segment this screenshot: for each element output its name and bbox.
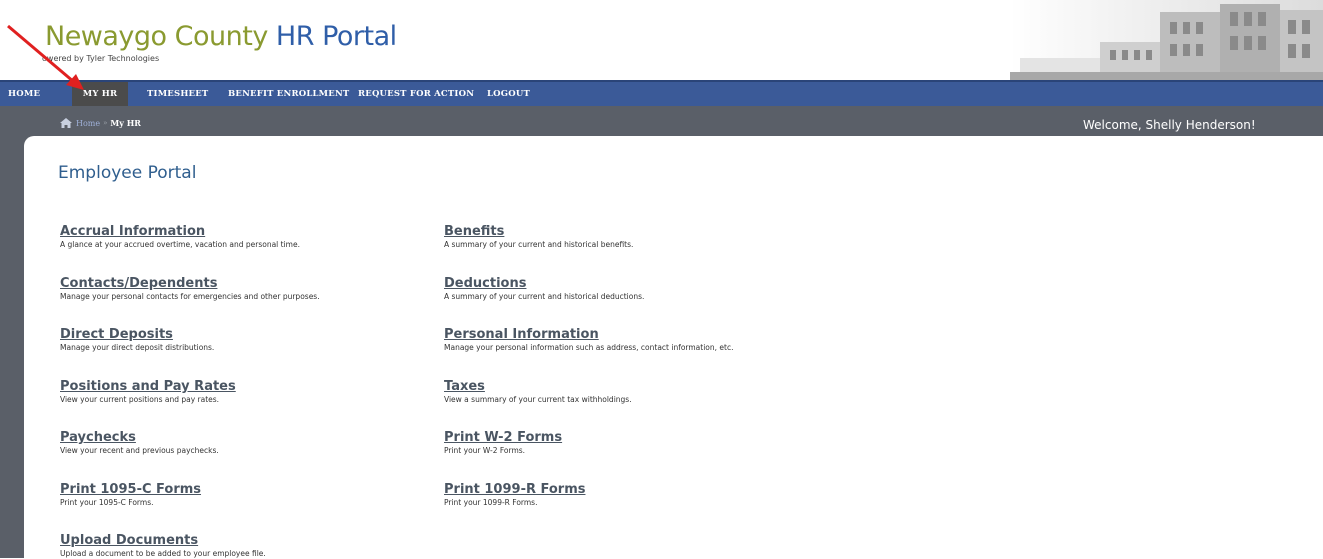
link-print-1099r-forms: Print 1099-R Forms Print your 1099-R For… — [444, 482, 585, 508]
link-title[interactable]: Print 1095-C Forms — [60, 482, 201, 497]
link-title[interactable]: Direct Deposits — [60, 327, 214, 342]
link-print-w2-forms: Print W-2 Forms Print your W-2 Forms. — [444, 430, 562, 456]
link-positions-pay-rates: Positions and Pay Rates View your curren… — [60, 379, 236, 405]
link-direct-deposits: Direct Deposits Manage your direct depos… — [60, 327, 214, 353]
link-title[interactable]: Deductions — [444, 276, 644, 291]
header: Newaygo County HR Portal owered by Tyler… — [0, 0, 1323, 80]
link-title[interactable]: Print W-2 Forms — [444, 430, 562, 445]
building-banner-image — [1010, 0, 1323, 80]
link-description: Print your 1099-R Forms. — [444, 498, 538, 507]
link-title[interactable]: Taxes — [444, 379, 632, 394]
nav-logout[interactable]: LOGOUT — [487, 82, 530, 106]
left-strip — [0, 156, 24, 558]
breadcrumb-home-link[interactable]: Home — [76, 119, 100, 128]
link-description: A summary of your current and historical… — [444, 292, 645, 301]
link-title[interactable]: Benefits — [444, 224, 633, 239]
welcome-message: Welcome, Shelly Henderson! — [1083, 118, 1256, 132]
link-title[interactable]: Contacts/Dependents — [60, 276, 320, 291]
nav-timesheet[interactable]: TIMESHEET — [147, 82, 208, 106]
link-description: View your current positions and pay rate… — [60, 395, 220, 404]
link-title[interactable]: Positions and Pay Rates — [60, 379, 236, 394]
link-title[interactable]: Upload Documents — [60, 533, 266, 548]
link-contacts-dependents: Contacts/Dependents Manage your personal… — [60, 276, 320, 302]
link-title[interactable]: Print 1099-R Forms — [444, 482, 585, 497]
link-title[interactable]: Paychecks — [60, 430, 219, 445]
link-title[interactable]: Accrual Information — [60, 224, 300, 239]
title-hr-portal: HR Portal — [275, 21, 397, 52]
link-paychecks: Paychecks View your recent and previous … — [60, 430, 219, 456]
breadcrumb-current: My HR — [110, 118, 141, 128]
link-title[interactable]: Personal Information — [444, 327, 733, 342]
link-description: View your recent and previous paychecks. — [60, 446, 219, 455]
home-icon[interactable] — [60, 118, 72, 128]
link-description: A summary of your current and historical… — [444, 240, 634, 249]
portal-title: Newaygo County HR Portal — [45, 22, 397, 52]
link-upload-documents: Upload Documents Upload a document to be… — [60, 533, 266, 559]
link-accrual-information: Accrual Information A glance at your acc… — [60, 224, 300, 250]
link-description: Manage your direct deposit distributions… — [60, 343, 215, 352]
link-personal-information: Personal Information Manage your persona… — [444, 327, 733, 353]
nav-benefit-enrollment[interactable]: BENEFIT ENROLLMENT — [228, 82, 349, 106]
nav-my-hr[interactable]: MY HR — [72, 82, 128, 106]
link-description: A glance at your accrued overtime, vacat… — [60, 240, 300, 249]
breadcrumb: Home » My HR — [60, 118, 141, 128]
link-description: Print your W-2 Forms. — [444, 446, 526, 455]
title-county: Newaygo County — [45, 21, 268, 52]
link-deductions: Deductions A summary of your current and… — [444, 276, 644, 302]
page-title: Employee Portal — [58, 163, 197, 183]
link-description: Print your 1095-C Forms. — [60, 498, 154, 507]
link-description: Manage your personal contacts for emerge… — [60, 292, 320, 301]
nav-home[interactable]: HOME — [4, 82, 44, 106]
main-nav: HOME MY HR TIMESHEET BENEFIT ENROLLMENT … — [0, 80, 1323, 106]
nav-request-for-action[interactable]: REQUEST FOR ACTION — [358, 82, 474, 106]
link-benefits: Benefits A summary of your current and h… — [444, 224, 633, 250]
link-taxes: Taxes View a summary of your current tax… — [444, 379, 632, 405]
breadcrumb-separator: » — [103, 119, 108, 127]
link-description: Manage your personal information such as… — [444, 343, 734, 352]
link-description: View a summary of your current tax withh… — [444, 395, 632, 404]
link-print-1095c-forms: Print 1095-C Forms Print your 1095-C For… — [60, 482, 201, 508]
powered-by: owered by Tyler Technologies — [42, 54, 160, 63]
